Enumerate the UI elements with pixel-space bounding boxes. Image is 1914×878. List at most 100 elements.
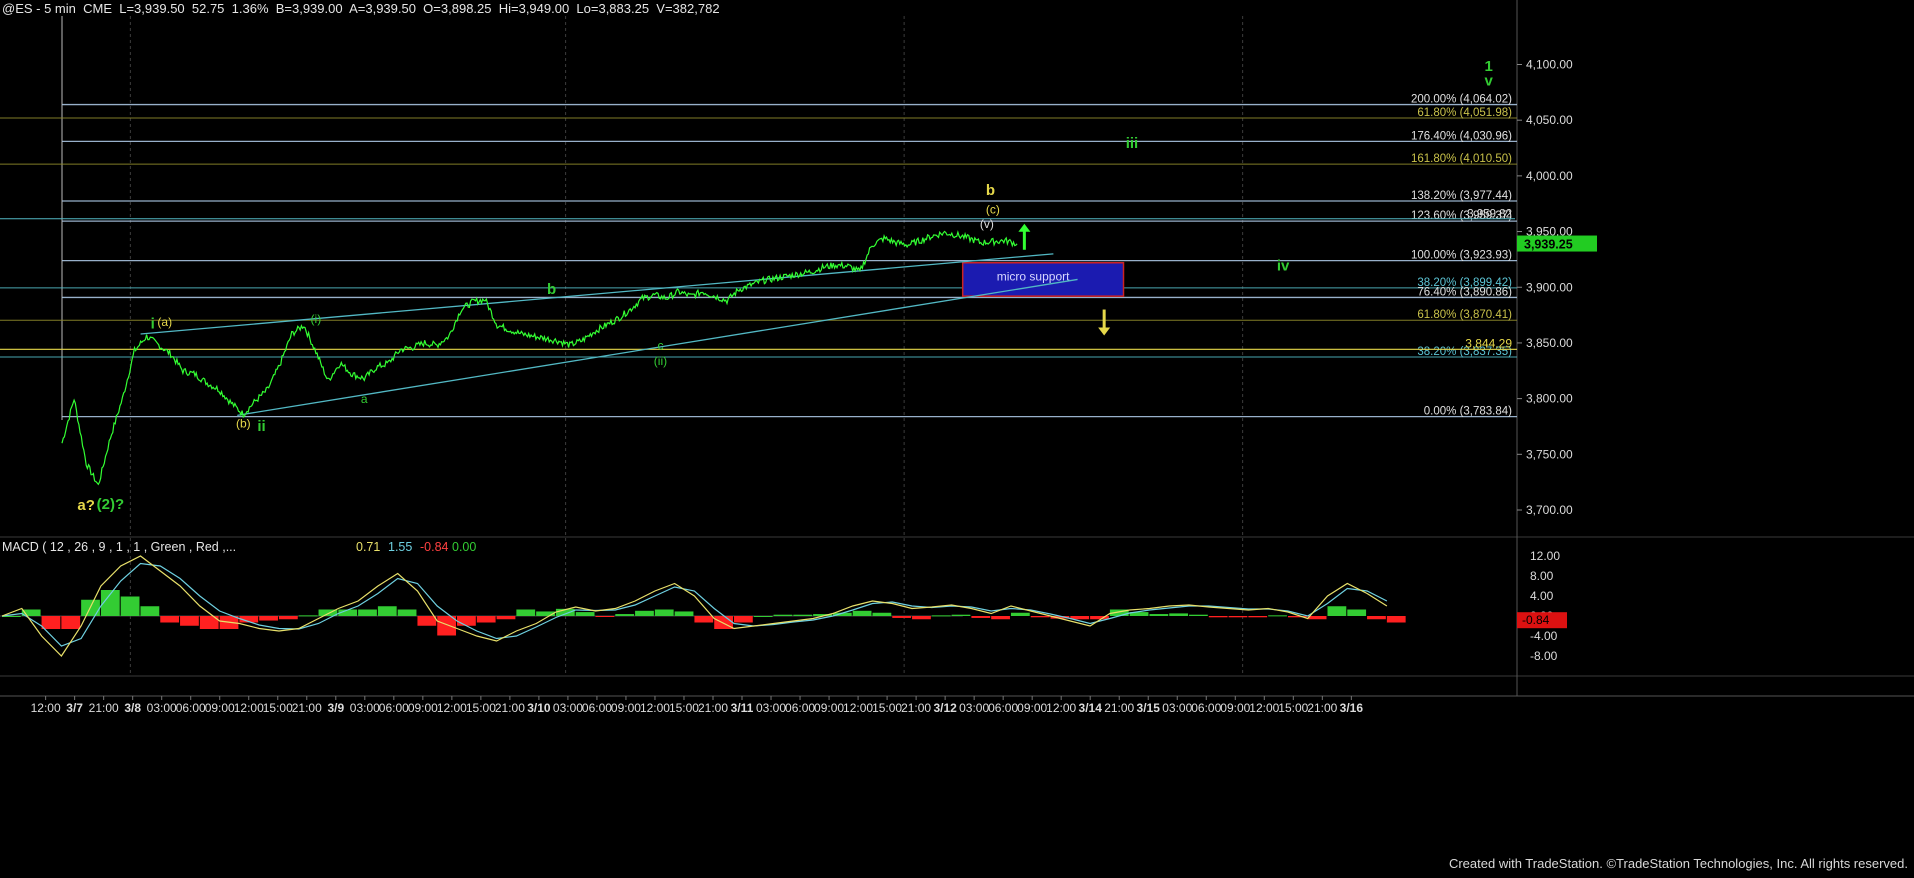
macd-histogram-bar [733, 616, 753, 623]
time-axis-label: 06:00 [785, 701, 815, 715]
macd-histogram-bar [892, 616, 912, 618]
macd-histogram-bar [852, 610, 872, 616]
macd-histogram-bar [575, 612, 595, 616]
macd-histogram-bar [278, 616, 298, 620]
wave-label: (2)? [97, 496, 125, 513]
time-axis-label: 09:00 [408, 701, 438, 715]
time-axis-label: 3/14 [1079, 701, 1103, 715]
macd-histogram-bar [377, 606, 397, 616]
wave-label: (a) [157, 315, 172, 329]
fib-level-label: 76.40% (3,890.86) [1417, 286, 1512, 298]
macd-axis-label: 4.00 [1530, 589, 1554, 603]
macd-histogram-bar [793, 614, 813, 616]
macd-histogram-bar [259, 616, 278, 621]
fib-level-label: 200.00% (4,064.02) [1411, 94, 1512, 106]
time-axis-label: 09:00 [814, 701, 844, 715]
price-axis-label: 3,900.00 [1526, 280, 1573, 294]
macd-histogram-bar [931, 615, 951, 617]
macd-histogram-bar [120, 596, 140, 616]
macd-histogram-bar [1010, 612, 1030, 616]
time-axis-label: 12:00 [234, 701, 264, 715]
fib-layer: 200.00% (4,064.02)61.80% (4,051.98) 176.4… [0, 94, 1517, 418]
macd-line [1, 555, 1388, 657]
macd-title: MACD ( 12 , 26 , 9 , 1 , 1 , Green , Red… [2, 540, 236, 554]
time-axis-label: 09:00 [1220, 701, 1250, 715]
time-axis-label: 21:00 [1104, 701, 1134, 715]
price-axis-label: 3,850.00 [1526, 336, 1573, 350]
time-axis-label: 3/11 [731, 701, 754, 715]
fib-level-label: 0.00% (3,783.84) [1424, 406, 1512, 418]
wave-label: v [1484, 73, 1493, 90]
macd-histogram-bar [872, 612, 892, 616]
time-axis-label: 21:00 [495, 701, 525, 715]
price-marker-label: 3,844.29 [1465, 336, 1512, 350]
time-axis-label: 3/8 [124, 701, 141, 715]
chart-root: 200.00% (4,064.02) 61.80% (4,051.98) 176.4… [0, 0, 1914, 873]
chart-header: @ES - 5 min CME L=3,939.50 52.75 1.36% B… [2, 1, 720, 16]
trendline-layer [140, 253, 1078, 416]
macd-axis-label: 8.00 [1530, 569, 1554, 583]
time-axis-label: 15:00 [263, 701, 293, 715]
macd-histogram-bar [1208, 616, 1228, 618]
time-axis-label: 09:00 [1017, 701, 1047, 715]
time-axis-label: 12:00 [1249, 701, 1279, 715]
time-axis-label: 3/12 [933, 701, 957, 715]
fib-level-label: 61.80% (4,051.98) [1417, 107, 1512, 119]
macd-histogram-bar [1367, 616, 1386, 620]
copyright-footer: Created with TradeStation. ©TradeStation… [1448, 856, 1908, 871]
time-axis-label: 3/10 [527, 701, 551, 715]
fib-level-label: 100.00% (3,923.93) [1411, 250, 1512, 262]
macd-last-label: -0.84 [1522, 613, 1550, 627]
macd-histogram-bar [1189, 614, 1208, 616]
macd-histogram-bar [595, 616, 615, 617]
price-axis-label: 3,800.00 [1526, 392, 1573, 406]
macd-histogram-bar [635, 610, 654, 616]
macd-readout: 1.55 [388, 540, 412, 554]
up-arrow-head [1018, 223, 1031, 232]
price-axis-label: 3,700.00 [1526, 503, 1573, 517]
macd-axis-label: 12.00 [1530, 549, 1560, 563]
wave-label: (v) [980, 217, 994, 231]
fib-level-label: 161.80% (4,010.50) [1411, 153, 1512, 165]
macd-histogram-bar [160, 616, 180, 623]
time-axis-label: 21:00 [1307, 701, 1337, 715]
macd-histogram-bar [1268, 615, 1287, 617]
macd-histogram-bar [140, 606, 160, 616]
time-axis-label: 06:00 [582, 701, 612, 715]
wave-label: i [151, 315, 155, 332]
time-axis-label: 03:00 [553, 701, 583, 715]
macd-histogram-bar [1169, 613, 1189, 616]
time-axis-label: 06:00 [988, 701, 1018, 715]
macd-histogram-bar [674, 611, 694, 616]
wave-label: (ii) [654, 354, 667, 368]
price-marker-label: 3,959.82 [1467, 209, 1512, 221]
macd-histogram-bar [1149, 614, 1169, 616]
macd-histogram-bar [615, 614, 635, 616]
time-axis-label: 03:00 [756, 701, 786, 715]
fib-level-label: 138.20% (3,977.44) [1411, 190, 1512, 202]
chart-symbol: @ES - 5 min CME [2, 1, 112, 16]
fib-level-label: 176.40% (4,030.96) [1411, 130, 1512, 142]
macd-histogram-bar [654, 609, 674, 616]
macd-histogram-bar [417, 616, 437, 626]
macd-readout: 0.00 [452, 540, 476, 554]
macd-histogram-bar [457, 616, 476, 626]
macd-histogram-bar [1030, 616, 1050, 618]
macd-axis-label: -4.00 [1530, 629, 1558, 643]
macd-histogram-bar [516, 609, 536, 616]
wave-label: ii [257, 418, 265, 435]
time-axis-label: 03:00 [1162, 701, 1192, 715]
macd-histogram-bar [694, 616, 714, 623]
macd-histogram-bar [1228, 616, 1248, 618]
down-arrow-head [1098, 327, 1111, 336]
wave-label: iv [1277, 258, 1290, 275]
macd-histogram-bar [41, 616, 61, 629]
macd-histogram-bar [773, 614, 793, 616]
macd-histogram-bar [971, 616, 991, 618]
macd-axis-label: -8.00 [1530, 649, 1558, 663]
wave-label-layer: a? (2)?i (a)(b) ii(i)abc(ii)(v)(c)biiiiv1v [77, 58, 1493, 514]
macd-readout: 0.71 [356, 540, 380, 554]
macd-histogram-bar [180, 616, 199, 626]
macd-histogram-bar [753, 616, 773, 617]
time-axis-label: 15:00 [1278, 701, 1308, 715]
